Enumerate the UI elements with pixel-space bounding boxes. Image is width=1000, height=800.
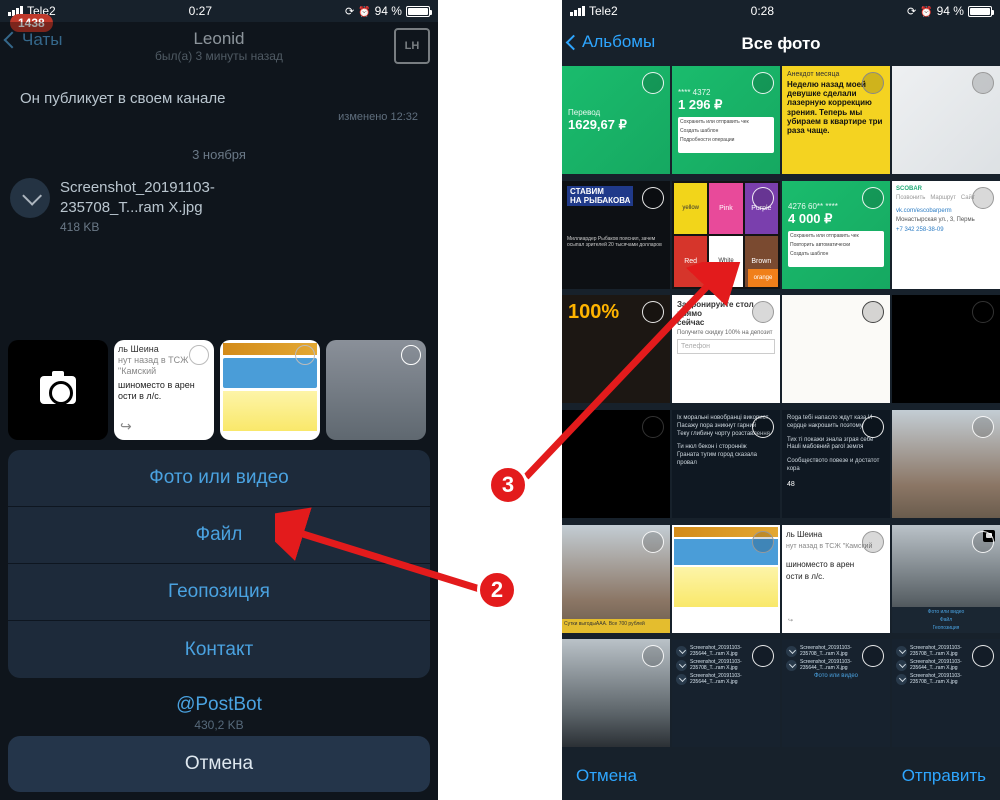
file-size: 418 KB bbox=[60, 219, 215, 235]
battery-icon bbox=[968, 6, 992, 17]
photo-cell[interactable]: Roga teбi напасло ждут каза Исердце накр… bbox=[782, 410, 890, 518]
select-circle[interactable] bbox=[972, 301, 994, 323]
photo-cell[interactable]: SCOBAR Позвонить Маршрут Сайт vk.com/esc… bbox=[892, 181, 1000, 289]
select-circle[interactable] bbox=[642, 531, 664, 553]
file-size-2: 430,2 KB bbox=[8, 718, 430, 736]
photo-cell[interactable] bbox=[562, 639, 670, 747]
photo-cell[interactable]: Фото или видео Файл Геопозиция bbox=[892, 525, 1000, 633]
postbot-option[interactable]: @PostBot bbox=[8, 686, 430, 718]
select-circle[interactable] bbox=[752, 187, 774, 209]
battery-icon bbox=[406, 6, 430, 17]
select-circle[interactable] bbox=[972, 416, 994, 438]
picker-cancel-button[interactable]: Отмена bbox=[576, 766, 637, 786]
select-circle[interactable] bbox=[862, 72, 884, 94]
select-circle[interactable] bbox=[752, 531, 774, 553]
select-circle[interactable] bbox=[972, 531, 994, 553]
picker-send-button[interactable]: Отправить bbox=[902, 766, 986, 786]
amount: 4 000 ₽ bbox=[788, 211, 884, 227]
annotation-badge-3: 3 bbox=[488, 465, 528, 505]
cancel-button[interactable]: Отмена bbox=[8, 736, 430, 792]
albums-label: Альбомы bbox=[582, 32, 655, 52]
select-circle[interactable] bbox=[972, 72, 994, 94]
photo-cell[interactable]: ль Шеина нут назад в ТСЖ "Камский шиноме… bbox=[782, 525, 890, 633]
photo-cell[interactable] bbox=[892, 66, 1000, 174]
photo-cell[interactable]: Сутки выгодыААА. Все 700 рублей bbox=[562, 525, 670, 633]
signal-icon bbox=[570, 6, 585, 16]
message-meta: изменено 12:32 bbox=[20, 111, 418, 123]
photo-cell[interactable]: Анекдот месяца Неделю назад моей девушке… bbox=[782, 66, 890, 174]
alarm-icon bbox=[920, 4, 932, 18]
select-circle[interactable] bbox=[642, 645, 664, 667]
file-name-line1: Screenshot_20191103- bbox=[60, 178, 215, 198]
photo-cell[interactable]: Перевод1629,67 ₽ bbox=[562, 66, 670, 174]
photo-cell[interactable]: Screenshot_20191103- 235644_T...ram X.jp… bbox=[672, 639, 780, 747]
file-name-line2: 235708_T...ram X.jpg bbox=[60, 198, 215, 218]
amount: 1 296 ₽ bbox=[678, 97, 774, 113]
select-circle[interactable] bbox=[295, 345, 315, 365]
carrier-label: Tele2 bbox=[589, 4, 618, 18]
contact-option[interactable]: Контакт bbox=[8, 621, 430, 678]
chevron-left-icon bbox=[566, 34, 582, 50]
select-circle[interactable] bbox=[642, 72, 664, 94]
recent-thumbs: ль Шеина нут назад в ТСЖ "Камский шиноме… bbox=[8, 340, 430, 440]
photo-thumb[interactable]: ль Шеина нут назад в ТСЖ "Камский шиноме… bbox=[114, 340, 214, 440]
share-icon: ↪ bbox=[120, 418, 132, 435]
select-circle[interactable] bbox=[752, 72, 774, 94]
picker-title: Все фото bbox=[741, 34, 820, 54]
select-circle[interactable] bbox=[862, 416, 884, 438]
message-text: Он публикует в своем канале изменено 12:… bbox=[10, 84, 428, 129]
photo-cell[interactable] bbox=[892, 410, 1000, 518]
statusbar-left: Tele2 0:27 94 % bbox=[0, 0, 438, 22]
photo-cell[interactable] bbox=[782, 295, 890, 403]
date-separator: 3 ноября bbox=[0, 147, 438, 162]
clock: 0:27 bbox=[189, 4, 212, 18]
photo-cell[interactable]: **** 4372 1 296 ₽ Сохранить или отправит… bbox=[672, 66, 780, 174]
statusbar-right: Tele2 0:28 94 % bbox=[562, 0, 1000, 22]
photo-thumb[interactable] bbox=[326, 340, 426, 440]
select-circle[interactable] bbox=[642, 187, 664, 209]
clock: 0:28 bbox=[751, 4, 774, 18]
download-icon[interactable] bbox=[10, 178, 50, 218]
picker-header: Альбомы Все фото bbox=[562, 22, 1000, 66]
file-message[interactable]: Screenshot_20191103- 235708_T...ram X.jp… bbox=[0, 174, 438, 239]
select-circle[interactable] bbox=[862, 531, 884, 553]
photo-cell[interactable] bbox=[672, 525, 780, 633]
battery-pct: 94 % bbox=[937, 4, 964, 18]
battery-pct: 94 % bbox=[375, 4, 402, 18]
photo-cell[interactable]: Screenshot_20191103- 235708_T...ram X.jp… bbox=[782, 639, 890, 747]
annotation-arrow-2 bbox=[275, 475, 505, 605]
left-phone: Tele2 0:27 94 % 1438 Чаты Leonid был(а) … bbox=[0, 0, 438, 800]
rotation-lock-icon bbox=[907, 4, 916, 18]
rotation-lock-icon bbox=[345, 4, 354, 18]
camera-button[interactable] bbox=[8, 340, 108, 440]
picker-toolbar: Отмена Отправить bbox=[562, 752, 1000, 800]
select-circle[interactable] bbox=[862, 301, 884, 323]
photo-cell[interactable]: 4276 60** **** 4 000 ₽ Сохранить или отп… bbox=[782, 181, 890, 289]
photo-cell[interactable]: Screenshot_20191103- 235708_T...ram X.jp… bbox=[892, 639, 1000, 747]
albums-back-button[interactable]: Альбомы bbox=[568, 32, 655, 52]
select-circle[interactable] bbox=[189, 345, 209, 365]
photo-cell[interactable] bbox=[892, 295, 1000, 403]
annotation-badge-2: 2 bbox=[477, 570, 517, 610]
alarm-icon bbox=[358, 4, 370, 18]
camera-icon bbox=[40, 376, 76, 404]
select-circle[interactable] bbox=[401, 345, 421, 365]
select-circle[interactable] bbox=[972, 187, 994, 209]
photo-thumb[interactable] bbox=[220, 340, 320, 440]
annotation-arrow-3 bbox=[521, 262, 761, 492]
select-circle[interactable] bbox=[862, 187, 884, 209]
